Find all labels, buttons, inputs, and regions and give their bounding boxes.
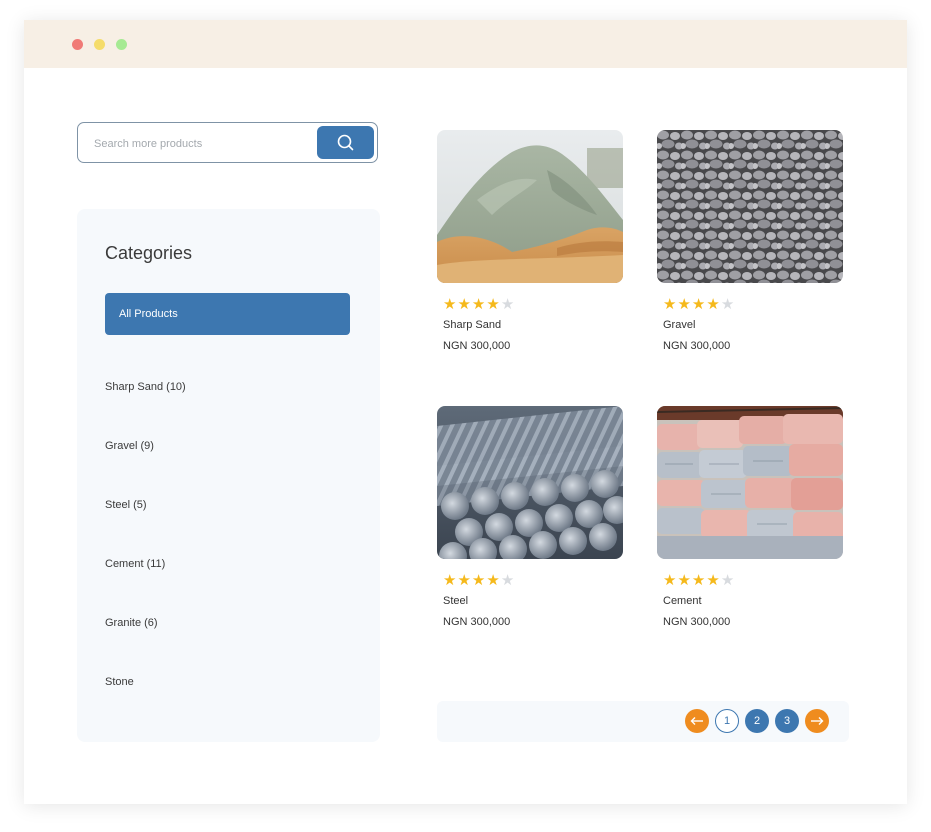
browser-window: Categories All Products Sharp Sand (10) … [24, 20, 907, 804]
product-price: NGN 300,000 [443, 616, 511, 628]
star-icon: ★ [720, 296, 735, 313]
category-item-steel[interactable]: Steel (5) [105, 499, 147, 511]
product-image-gravel[interactable] [657, 130, 843, 283]
star-icon: ★ [663, 572, 677, 589]
arrow-left-icon [690, 717, 703, 725]
search-icon [337, 134, 354, 151]
product-card-gravel[interactable]: ★★★★★ Gravel NGN 300,000 [657, 130, 843, 352]
star-icon: ★ [677, 572, 691, 589]
star-icon: ★ [457, 296, 471, 313]
star-icon: ★ [677, 296, 691, 313]
categories-title: Categories [105, 243, 193, 263]
product-image-sharp-sand[interactable] [437, 130, 623, 283]
product-rating-sharp-sand: ★★★★★ [443, 296, 515, 313]
star-icon: ★ [443, 296, 457, 313]
next-page-button[interactable] [805, 709, 829, 733]
product-card-cement[interactable]: ★★★★★ Cement NGN 300,000 [657, 406, 843, 628]
product-card-sharp-sand[interactable]: ★★★★★ Sharp Sand NGN 300,000 [437, 130, 623, 352]
page-3-button[interactable]: 3 [775, 709, 799, 733]
search-input[interactable] [92, 133, 306, 155]
maximize-dot-icon[interactable] [116, 39, 127, 50]
product-rating-steel: ★★★★★ [443, 572, 515, 589]
all-products-button[interactable]: All Products [105, 293, 350, 335]
category-item-gravel[interactable]: Gravel (9) [105, 440, 154, 452]
star-icon: ★ [691, 572, 706, 589]
categories-panel: Categories All Products Sharp Sand (10) … [77, 209, 380, 742]
product-name[interactable]: Sharp Sand [443, 319, 501, 331]
product-image-steel[interactable] [437, 406, 623, 559]
star-icon: ★ [706, 296, 720, 313]
star-icon: ★ [486, 572, 500, 589]
category-item-stone[interactable]: Stone [105, 676, 134, 688]
star-icon: ★ [457, 572, 471, 589]
pagination: 1 2 3 [437, 701, 849, 742]
star-icon: ★ [706, 572, 720, 589]
star-icon: ★ [443, 572, 457, 589]
product-price: NGN 300,000 [443, 340, 511, 352]
product-rating-cement: ★★★★★ [663, 572, 735, 589]
star-icon: ★ [500, 296, 515, 313]
star-icon: ★ [500, 572, 515, 589]
category-item-cement[interactable]: Cement (11) [105, 558, 165, 570]
star-icon: ★ [471, 296, 486, 313]
star-icon: ★ [691, 296, 706, 313]
page-1-button[interactable]: 1 [715, 709, 739, 733]
star-icon: ★ [663, 296, 677, 313]
search-bar [77, 122, 378, 163]
arrow-right-icon [811, 717, 824, 725]
product-price: NGN 300,000 [663, 340, 731, 352]
close-dot-icon[interactable] [72, 39, 83, 50]
star-icon: ★ [486, 296, 500, 313]
page-2-button[interactable]: 2 [745, 709, 769, 733]
product-card-steel[interactable]: ★★★★★ Steel NGN 300,000 [437, 406, 623, 628]
product-price: NGN 300,000 [663, 616, 731, 628]
product-name[interactable]: Cement [663, 595, 702, 607]
category-item-sharp-sand[interactable]: Sharp Sand (10) [105, 381, 186, 393]
product-name[interactable]: Gravel [663, 319, 695, 331]
category-item-granite[interactable]: Granite (6) [105, 617, 158, 629]
star-icon: ★ [720, 572, 735, 589]
product-rating-gravel: ★★★★★ [663, 296, 735, 313]
product-name[interactable]: Steel [443, 595, 468, 607]
minimize-dot-icon[interactable] [94, 39, 105, 50]
product-image-cement[interactable] [657, 406, 843, 559]
search-button[interactable] [317, 126, 374, 159]
prev-page-button[interactable] [685, 709, 709, 733]
window-titlebar [24, 20, 907, 68]
star-icon: ★ [471, 572, 486, 589]
